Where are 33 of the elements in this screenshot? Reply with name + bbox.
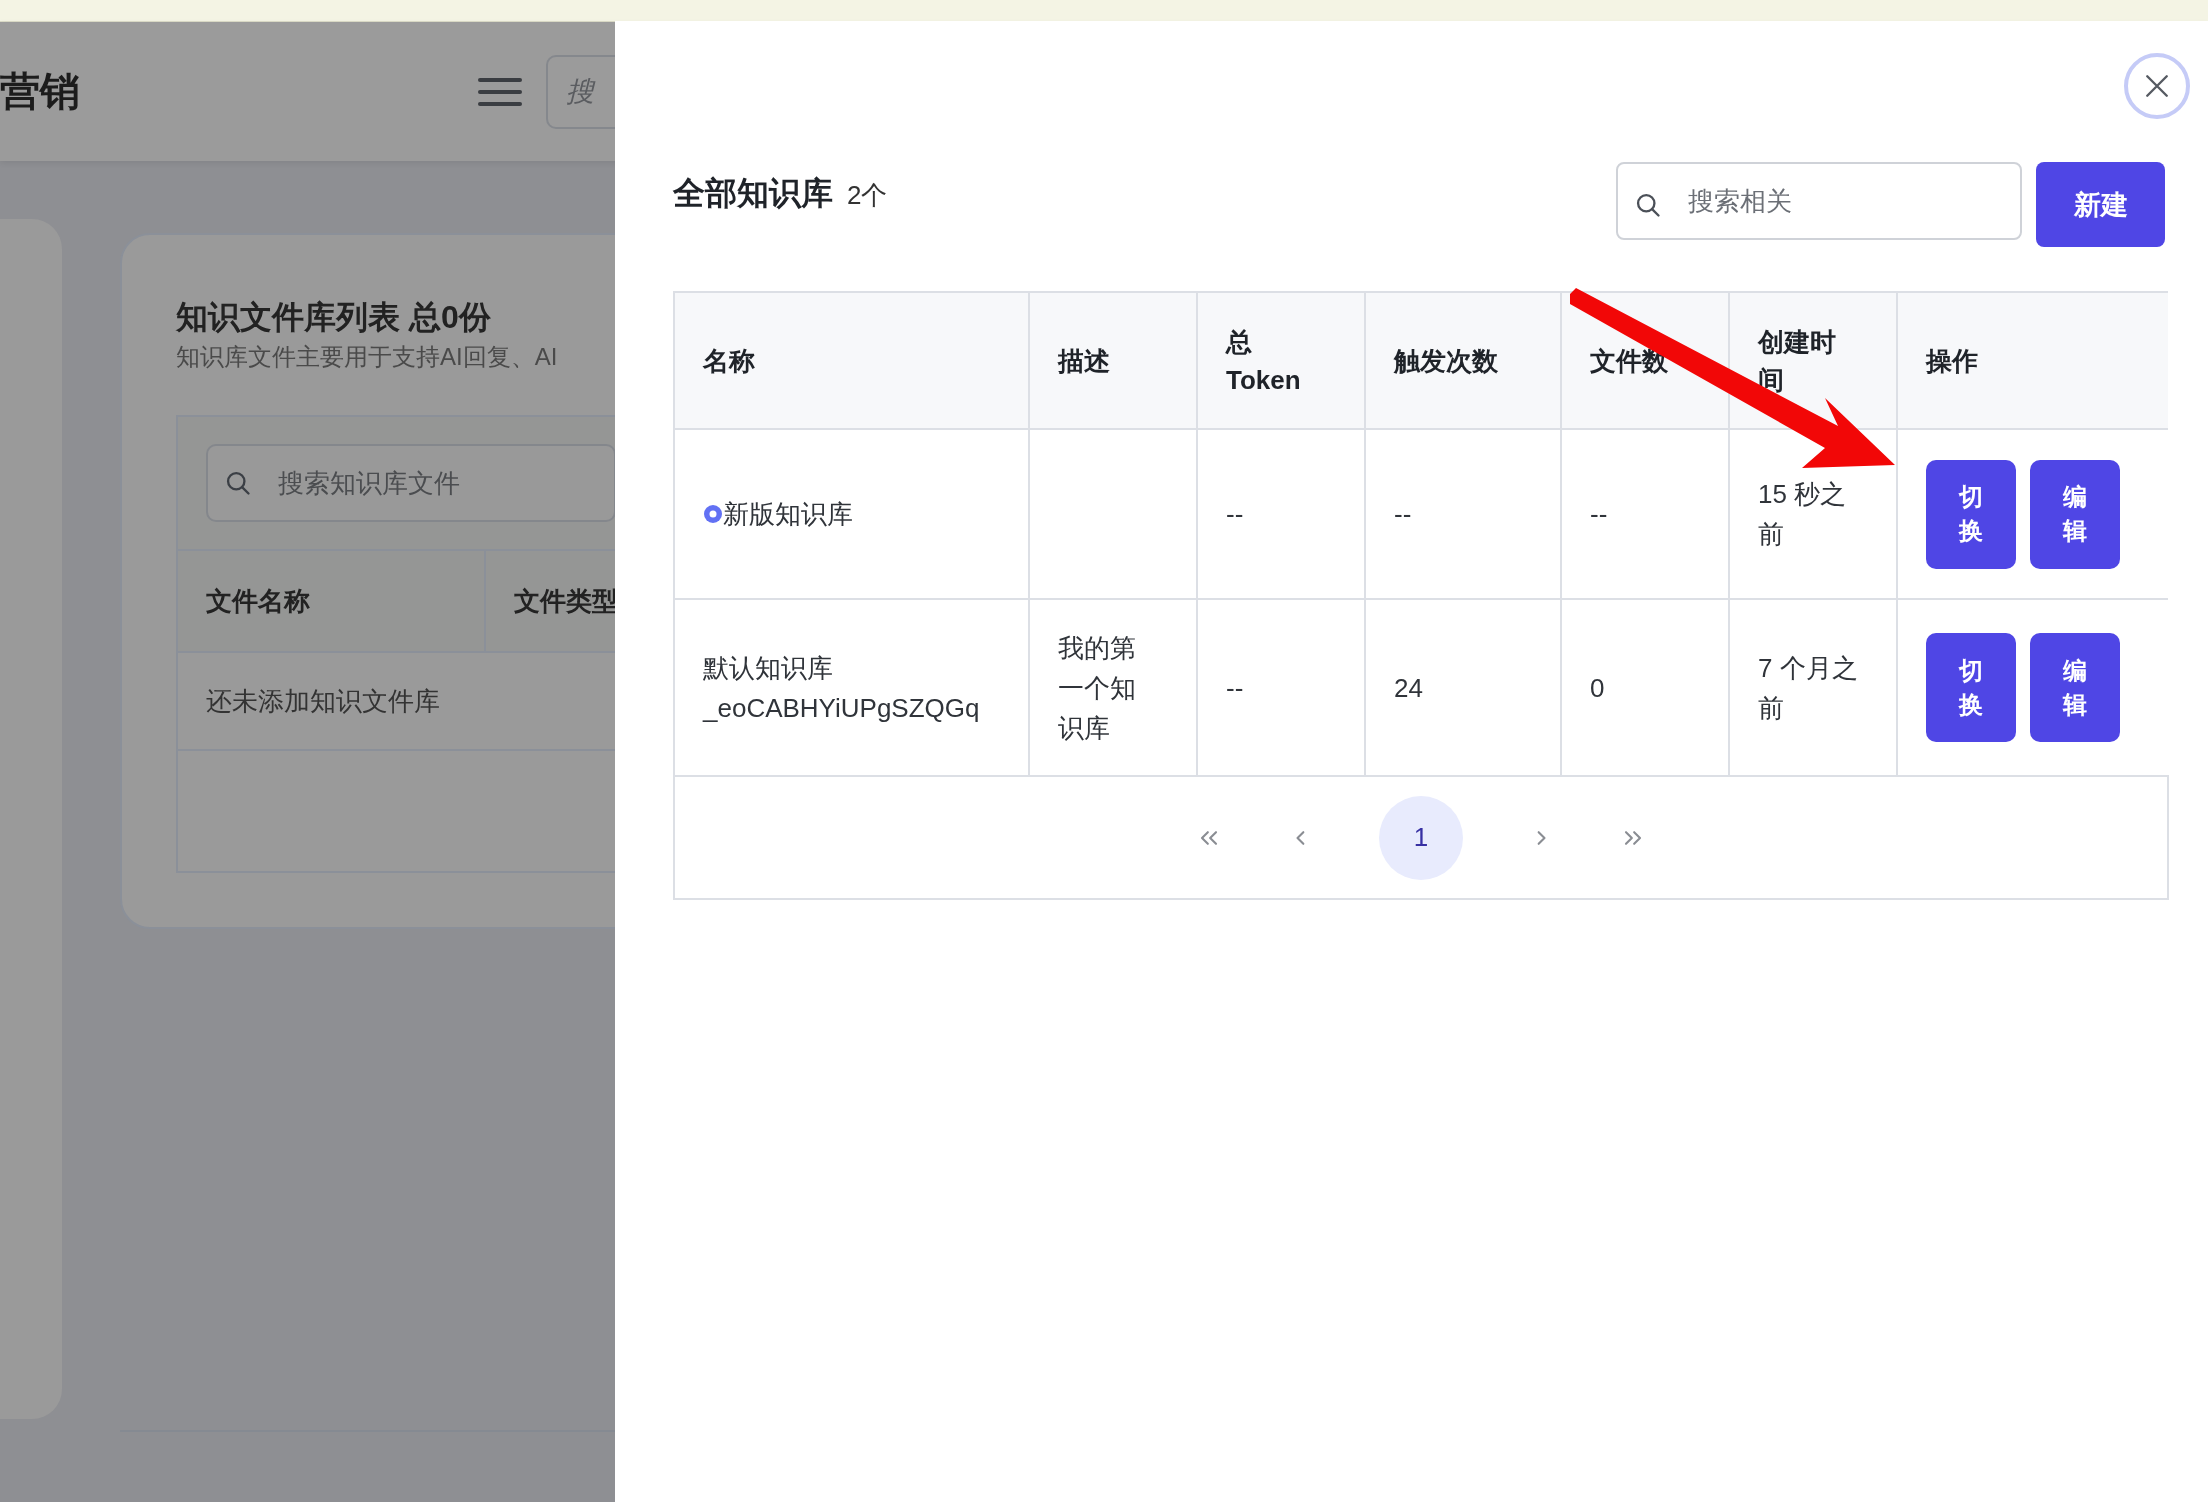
column-header: 触发次数 xyxy=(1365,292,1561,429)
table-cell: 7 个月之前 xyxy=(1758,652,1858,723)
column-header: 名称 xyxy=(674,292,1029,429)
table-cell: 24 xyxy=(1394,672,1423,703)
edit-button[interactable]: 编辑 xyxy=(2030,459,2120,569)
panel-title: 知识文件库列表 总0份 xyxy=(176,298,492,337)
empty-message: 还未添加知识文件库 xyxy=(206,684,440,718)
page-button[interactable]: 1 xyxy=(1379,795,1463,880)
new-button[interactable]: 新建 xyxy=(2036,162,2165,247)
close-icon xyxy=(2144,73,2170,99)
switch-button[interactable]: 切换 xyxy=(1926,459,2016,569)
search-icon xyxy=(224,469,252,497)
column-header: 操作 xyxy=(1897,292,2168,429)
table-cell: 0 xyxy=(1590,672,1605,703)
table-cell: -- xyxy=(1590,499,1608,529)
table-cell: -- xyxy=(1394,499,1412,529)
column-header: 总 Token xyxy=(1197,292,1365,429)
column-header: 描述 xyxy=(1029,292,1197,429)
drawer-title: 全部知识库 xyxy=(673,174,833,213)
table-cell: 我的第一个知识库 xyxy=(1058,632,1136,743)
menu-icon[interactable] xyxy=(478,76,522,107)
app-title: 营销 xyxy=(0,68,81,115)
edit-button[interactable]: 编辑 xyxy=(2030,633,2120,742)
item-count: 2个 xyxy=(847,179,888,212)
table-cell: -- xyxy=(1226,499,1244,529)
column-header: 文件名称 xyxy=(178,551,486,651)
table-cell: 15 秒之前 xyxy=(1758,479,1847,549)
table-cell: -- xyxy=(1226,672,1244,703)
search-field[interactable]: 搜索知识库文件 xyxy=(206,444,616,522)
table-cell-text: 新版知识库 xyxy=(723,498,853,531)
table-cell-text: 默认知识库 _eoCABHYiUPgSZQGq xyxy=(703,651,981,725)
switch-button[interactable]: 切换 xyxy=(1926,633,2016,742)
panel-subtitle: 知识库文件主要用于支持AI回复、AI xyxy=(176,342,558,372)
